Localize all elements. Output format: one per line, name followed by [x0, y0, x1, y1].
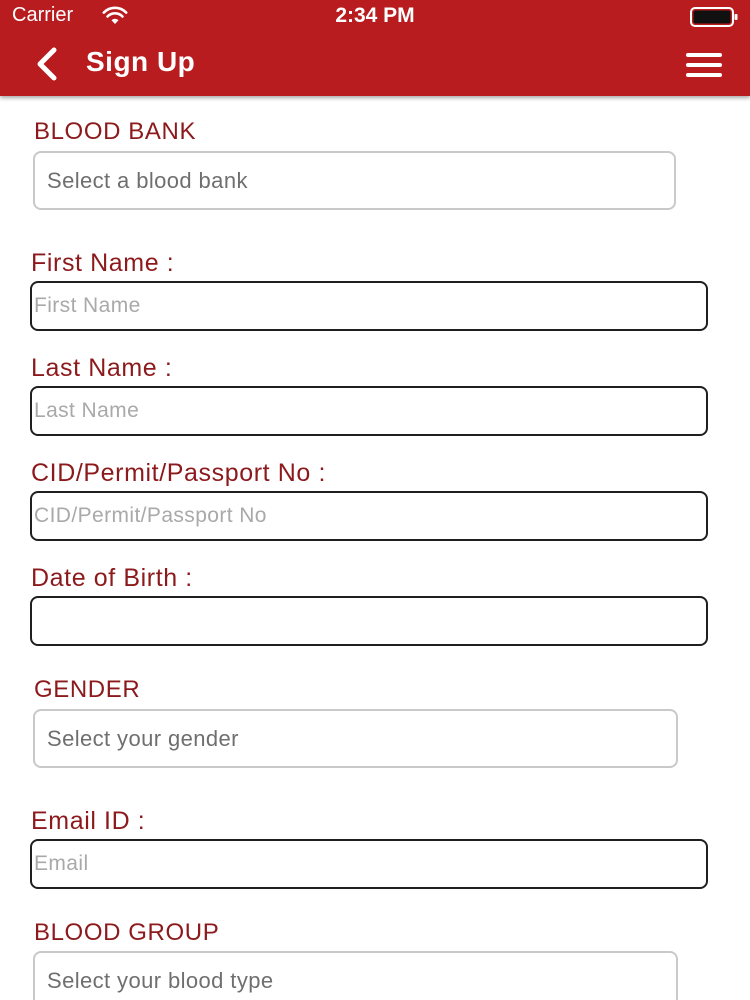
cid-field[interactable]: CID/Permit/Passport No	[30, 491, 708, 541]
email-field[interactable]: Email	[30, 839, 708, 889]
first-name-placeholder: First Name	[34, 294, 141, 317]
cid-label: CID/Permit/Passport No :	[31, 459, 327, 487]
first-name-label: First Name :	[31, 249, 175, 277]
chevron-left-icon[interactable]	[28, 46, 68, 82]
gender-select[interactable]: Select your gender	[33, 709, 678, 768]
last-name-field[interactable]: Last Name	[30, 386, 708, 436]
blood-bank-placeholder: Select a blood bank	[47, 167, 248, 193]
last-name-label: Last Name :	[31, 354, 173, 382]
email-label: Email ID :	[31, 807, 146, 835]
email-placeholder: Email	[34, 852, 89, 875]
page-title: Sign Up	[86, 46, 196, 77]
blood-group-label: BLOOD GROUP	[34, 919, 220, 946]
gender-placeholder: Select your gender	[47, 725, 239, 751]
battery-icon	[690, 7, 738, 27]
dob-field[interactable]	[30, 596, 708, 646]
status-time: 2:34 PM	[335, 4, 415, 27]
dob-label: Date of Birth :	[31, 564, 193, 592]
blood-bank-select[interactable]: Select a blood bank	[33, 151, 676, 210]
first-name-field[interactable]: First Name	[30, 281, 708, 331]
hamburger-menu-icon[interactable]	[684, 50, 724, 80]
nav-bar: Sign Up	[0, 32, 750, 96]
blood-group-select[interactable]: Select your blood type	[33, 951, 678, 1000]
cid-placeholder: CID/Permit/Passport No	[34, 504, 267, 527]
status-bar: Carrier 2:34 PM	[0, 0, 750, 32]
blood-bank-label: BLOOD BANK	[34, 118, 197, 145]
last-name-placeholder: Last Name	[34, 399, 140, 422]
blood-group-placeholder: Select your blood type	[47, 968, 274, 993]
gender-label: GENDER	[34, 676, 141, 703]
app-header: Carrier 2:34 PM Sign Up	[0, 0, 750, 96]
